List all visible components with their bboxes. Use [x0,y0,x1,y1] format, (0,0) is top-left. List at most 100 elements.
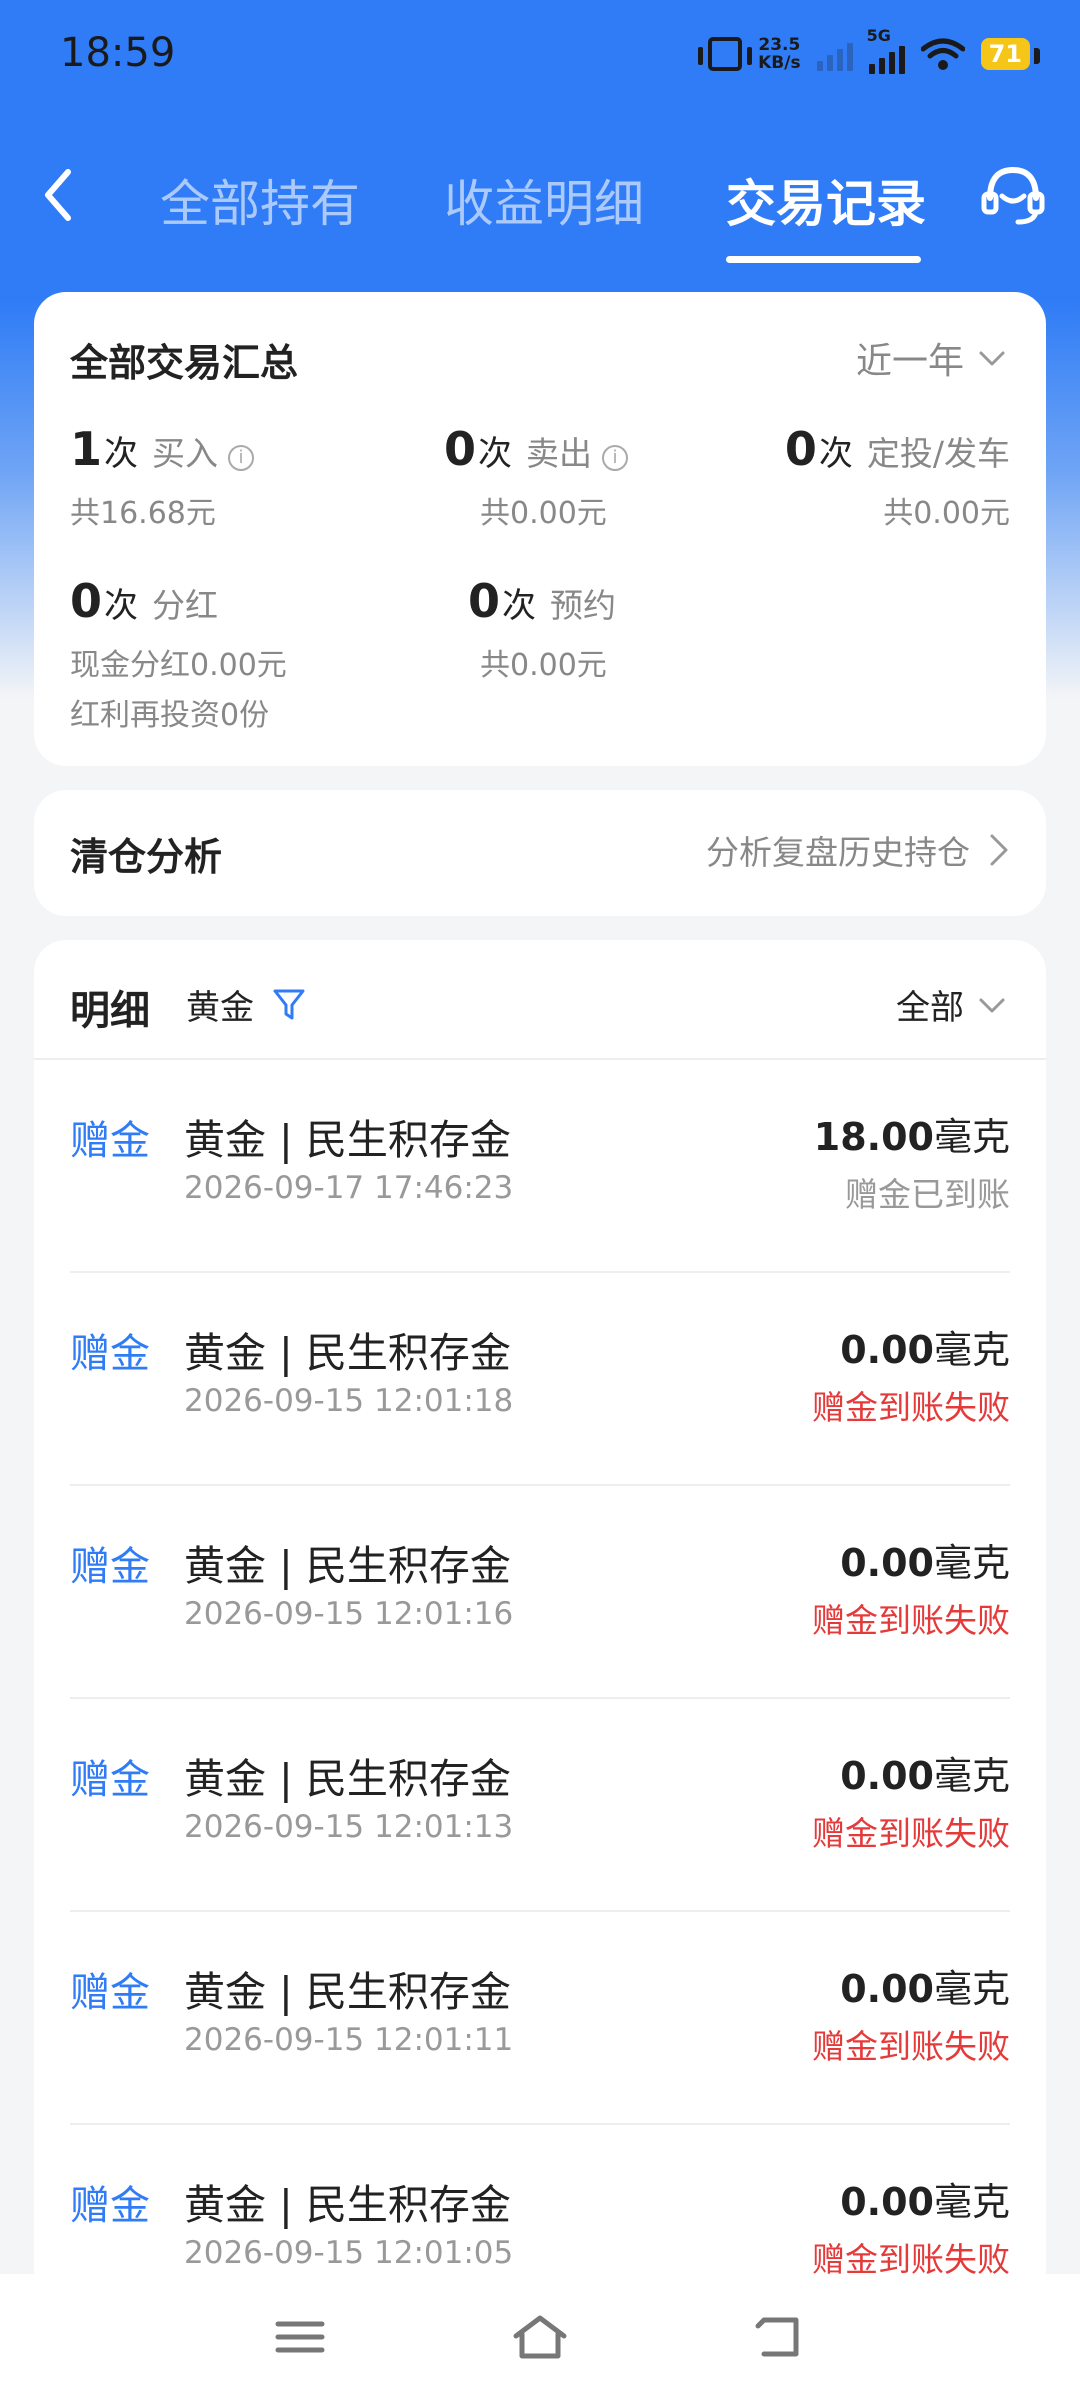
net-speed: 23.5 KB/s [758,36,800,72]
tab-all-holdings[interactable]: 全部持有 [160,164,360,236]
details-title: 明细 [70,988,150,1034]
menu-icon[interactable] [270,2312,330,2362]
row-status: 赠金到账失败 [812,1601,1010,1640]
home-icon[interactable] [510,2312,570,2362]
stat-reservation: 0 次 预约 共0.00元 [468,574,616,684]
chevron-right-icon [990,834,1008,866]
row-amount-unit: 毫克 [933,1967,1010,2011]
signal-sim1-icon [816,37,853,71]
row-amount-unit: 毫克 [933,1328,1010,1372]
transaction-row[interactable]: 赠金 黄金 | 民生积存金 2026-09-17 17:46:23 18.00毫… [70,1060,1010,1273]
row-status: 赠金已到账 [845,1175,1010,1214]
stat-dividend-sub2: 红利再投资0份 [70,698,270,733]
row-amount-value: 0.00 [840,1754,934,1798]
row-name: 黄金 | 民生积存金 [184,1329,511,1377]
chevron-down-icon [979,998,1005,1012]
row-amount: 0.00毫克 [840,1958,1010,2013]
row-name: 黄金 | 民生积存金 [184,1542,511,1590]
stat-buy-unit: 次 [104,434,139,474]
filter-label: 黄金 [186,988,254,1028]
clearance-analysis-card[interactable]: 清仓分析 分析复盘历史持仓 [34,790,1046,916]
row-date: 2026-09-17 17:46:23 [184,1170,514,1206]
stat-sell-label: 卖出 [526,434,593,473]
top-nav: 全部持有 收益明细 交易记录 [0,130,1080,270]
status-time: 18:59 [60,30,176,76]
row-status: 赠金到账失败 [812,1388,1010,1427]
row-name: 黄金 | 民生积存金 [184,1755,511,1803]
stat-reservation-sub: 共0.00元 [480,648,607,683]
transaction-row[interactable]: 赠金 黄金 | 民生积存金 2026-09-15 12:01:13 0.00毫克… [70,1699,1010,1912]
active-tab-indicator [726,256,921,263]
row-amount-value: 0.00 [840,1967,934,2011]
status-bar: 18:59 23.5 KB/s 5G 71 [0,0,1080,110]
row-amount: 0.00毫克 [840,1319,1010,1374]
row-type: 赠金 [70,2183,150,2229]
clearance-link-label: 分析复盘历史持仓 [706,833,970,872]
battery-indicator: 71 [980,38,1041,70]
row-amount: 0.00毫克 [840,1745,1010,1800]
row-date: 2026-09-15 12:01:13 [184,1809,514,1845]
stat-reservation-label: 预约 [550,586,617,625]
wifi-icon [920,38,965,70]
clearance-title: 清仓分析 [70,835,223,879]
stat-buy-sub: 共16.68元 [70,496,216,531]
stat-auto-invest: 0 次 定投/发车 共0.00元 [785,422,1010,532]
range-selector[interactable]: 近一年 [856,332,1006,384]
range-label: 近一年 [855,341,964,382]
row-date: 2026-09-15 12:01:05 [184,2235,514,2271]
row-amount: 18.00毫克 [814,1106,1010,1161]
scope-label: 全部 [896,988,964,1028]
stat-reservation-unit: 次 [502,586,537,626]
row-type: 赠金 [70,1970,150,2016]
scope-selector[interactable]: 全部 [896,980,1006,1029]
transaction-row[interactable]: 赠金 黄金 | 民生积存金 2026-09-15 12:01:11 0.00毫克… [70,1912,1010,2125]
tab-transactions[interactable]: 交易记录 [726,164,926,236]
row-status: 赠金到账失败 [812,2027,1010,2066]
info-icon[interactable]: i [228,445,255,471]
row-amount-value: 18.00 [813,1115,934,1159]
stat-dividend-sub: 现金分红0.00元 [70,648,287,683]
stat-dividend-unit: 次 [104,586,139,626]
net-speed-value: 23.5 [758,35,801,55]
stat-dividend-count: 0 [70,574,103,628]
row-amount-value: 0.00 [840,2180,934,2224]
stat-buy: 1 次 买入 i 共16.68元 [70,422,255,532]
row-amount-unit: 毫克 [933,2180,1010,2224]
chevron-down-icon [979,351,1005,366]
row-name: 黄金 | 民生积存金 [184,1116,511,1164]
net-speed-unit: KB/s [758,53,801,73]
transaction-row[interactable]: 赠金 黄金 | 民生积存金 2026-09-15 12:01:16 0.00毫克… [70,1486,1010,1699]
back-nav-icon[interactable] [750,2312,810,2362]
tab-income-details[interactable]: 收益明细 [444,164,644,236]
row-amount-unit: 毫克 [933,1541,1010,1585]
stat-auto-count: 0 [784,422,817,476]
stat-sell-unit: 次 [478,434,513,474]
details-card: 明细 黄金 全部 赠金 黄金 | 民生积存金 2026-09-17 17:46:… [34,940,1046,2400]
stat-reservation-count: 0 [468,574,501,628]
stat-buy-count: 1 [70,422,103,476]
stat-dividend-label: 分红 [152,586,219,625]
stat-sell: 0 次 卖出 i 共0.00元 [444,422,704,532]
stat-sell-sub: 共0.00元 [480,496,607,531]
customer-service-icon[interactable] [978,160,1048,230]
signal-5g-icon: 5G [867,26,905,74]
product-filter[interactable]: 黄金 [186,980,306,1029]
details-header: 明细 黄金 全部 [34,940,1046,1060]
row-date: 2026-09-15 12:01:16 [184,1596,514,1632]
row-amount: 0.00毫克 [840,1532,1010,1587]
row-amount: 0.00毫克 [840,2171,1010,2226]
row-type: 赠金 [70,1118,150,1164]
row-amount-value: 0.00 [840,1541,934,1585]
row-amount-value: 0.00 [840,1328,934,1372]
network-label: 5G [866,26,891,45]
stat-auto-unit: 次 [818,434,853,474]
transaction-summary-card: 全部交易汇总 近一年 1 次 买入 i 共16.68元 0 次 卖出 i 共0.… [34,292,1046,766]
stat-auto-sub: 共0.00元 [883,496,1010,531]
stat-dividend: 0 次 分红 现金分红0.00元 红利再投资0份 [70,574,287,734]
stat-sell-count: 0 [444,422,477,476]
vibrate-icon [698,37,753,71]
transaction-row[interactable]: 赠金 黄金 | 民生积存金 2026-09-15 12:01:18 0.00毫克… [70,1273,1010,1486]
info-icon[interactable]: i [602,445,629,471]
back-button[interactable] [36,160,86,230]
clearance-link[interactable]: 分析复盘历史持仓 [706,826,1010,874]
